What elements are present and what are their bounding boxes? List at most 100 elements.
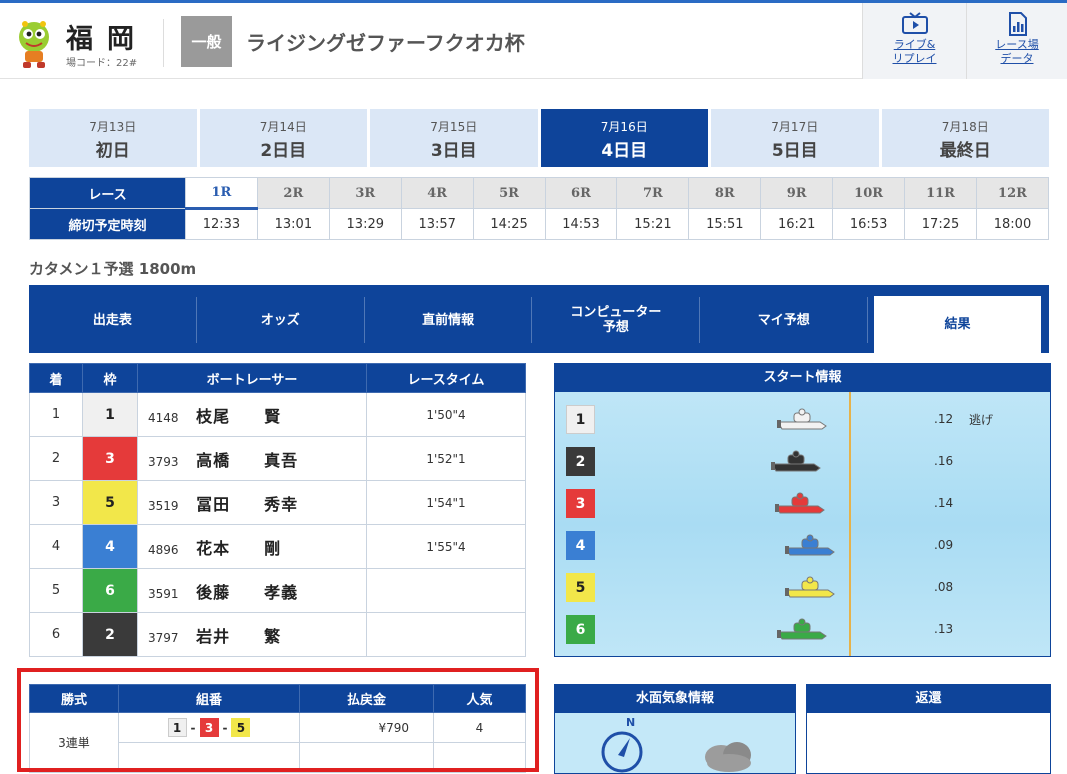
start-timing: .09 — [934, 538, 954, 552]
menu-tab[interactable]: 直前情報 — [365, 297, 533, 343]
race-number-tab[interactable]: 1R — [185, 177, 258, 210]
racer-cell: 3797 岩井 繁 — [137, 612, 367, 657]
day-tab[interactable]: 7月17日 5日目 — [711, 109, 879, 167]
start-row: 5 .08 — [555, 573, 1050, 603]
place: 5 — [29, 568, 83, 613]
frame-number: 3 — [82, 436, 138, 481]
day-tab-label: 2日目 — [260, 141, 307, 161]
venue-code: 場コード：22# — [66, 58, 138, 69]
start-course-number: 1 — [566, 405, 595, 434]
racer-reg-no: 3797 — [148, 630, 179, 645]
race-deadline: 13:29 — [328, 208, 402, 240]
day-tab[interactable]: 7月15日 3日目 — [370, 109, 538, 167]
frame-number: 4 — [82, 524, 138, 569]
start-info-panel: スタート情報 1 .12 逃げ 2 .16 3 .14 4 .09 5 .08 … — [554, 363, 1051, 657]
race-deadline: 15:51 — [688, 208, 762, 240]
racer-reg-no: 3591 — [148, 586, 179, 601]
race-number-tab[interactable]: 9R — [760, 177, 834, 209]
race-deadline: 12:33 — [185, 208, 258, 240]
day-tab[interactable]: 7月16日 4日目 — [540, 109, 708, 167]
document-chart-icon — [1009, 12, 1027, 36]
race-number-tab[interactable]: 4R — [400, 177, 474, 209]
race-header: レース — [29, 177, 186, 209]
menu-tab[interactable]: 結果 — [874, 296, 1041, 353]
race-time — [366, 568, 526, 613]
result-row: 1 1 4148 枝尾 賢 1'50"4 — [29, 392, 526, 437]
start-course-number: 3 — [566, 489, 595, 518]
race-number-tab[interactable]: 2R — [256, 177, 330, 209]
live-replay-label-2: リプレイ — [892, 52, 937, 65]
start-timing: .12 — [934, 412, 954, 426]
start-course-number: 5 — [566, 573, 595, 602]
header-divider — [163, 19, 164, 67]
menu-tab-label-2: 予想 — [602, 320, 629, 335]
start-row: 2 .16 — [555, 447, 1050, 477]
result-row: 2 3 3793 高橋 真吾 1'52"1 — [29, 436, 526, 481]
race-deadline: 17:25 — [904, 208, 977, 240]
racer-cell: 3793 高橋 真吾 — [137, 436, 367, 481]
race-number-tab[interactable]: 12R — [975, 177, 1050, 209]
day-tab-label: 4日目 — [601, 141, 648, 161]
race-time: 1'54"1 — [366, 480, 526, 525]
winning-technique: 逃げ — [969, 413, 994, 427]
race-number-tab[interactable]: 6R — [544, 177, 618, 209]
start-timing: .08 — [934, 580, 954, 594]
boat-icon — [777, 408, 827, 430]
result-table: 着 枠 ボートレーサー レースタイム 1 1 4148 枝尾 賢 1'50"4 … — [29, 363, 526, 657]
menu-tab-label: マイ予想 — [757, 312, 810, 328]
refund-panel: 返還 — [806, 684, 1051, 774]
race-number-tab[interactable]: 7R — [616, 177, 690, 209]
racer-cell: 3519 冨田 秀幸 — [137, 480, 367, 525]
place: 3 — [29, 480, 83, 525]
menu-tab[interactable]: オッズ — [197, 297, 365, 343]
racer-name: 岩井 繁 — [196, 626, 282, 646]
day-tab-label: 初日 — [95, 141, 130, 161]
race-number-tab[interactable]: 8R — [688, 177, 762, 209]
racer-reg-no: 3793 — [148, 454, 179, 469]
venue-name: 福岡 — [66, 24, 148, 55]
race-number-tab[interactable]: 3R — [328, 177, 402, 209]
menu-tab[interactable]: 出走表 — [29, 297, 197, 343]
menu-tab[interactable]: コンピューター 予想 — [532, 297, 701, 343]
compass-north-label: N — [626, 716, 636, 729]
boat-icon — [775, 492, 825, 514]
racer-name: 高橋 真吾 — [196, 450, 299, 470]
day-tab[interactable]: 7月13日 初日 — [29, 109, 197, 167]
weather-body: N — [555, 713, 795, 773]
compass-icon — [601, 731, 643, 773]
menu-tab-label: コンピューター — [570, 305, 662, 320]
weather-title: 水面気象情報 — [555, 685, 795, 713]
day-tab-date: 7月18日 — [941, 120, 989, 134]
race-number-tab[interactable]: 10R — [832, 177, 906, 209]
menu-tab-label: オッズ — [260, 312, 300, 328]
venue-data-button[interactable]: レース場 データ — [966, 3, 1067, 79]
racer-cell: 4896 花本 剛 — [137, 524, 367, 569]
start-course-number: 4 — [566, 531, 595, 560]
race-time: 1'50"4 — [366, 392, 526, 437]
cloud-icon — [705, 742, 751, 772]
place-header: 着 — [29, 363, 83, 393]
day-tab-label: 3日目 — [430, 141, 477, 161]
frame-number: 5 — [82, 480, 138, 525]
menu-tab[interactable]: マイ予想 — [700, 297, 869, 343]
live-replay-button[interactable]: ライブ& リプレイ — [862, 3, 966, 79]
start-info-title: スタート情報 — [555, 364, 1050, 392]
race-title: ライジングゼファーフクオカ杯 — [246, 31, 525, 55]
race-deadline: 18:00 — [975, 208, 1050, 240]
venue-data-label-1: レース場 — [995, 38, 1039, 51]
day-tab[interactable]: 7月14日 2日目 — [199, 109, 367, 167]
deadline-header: 締切予定時刻 — [29, 208, 186, 240]
race-deadline: 16:53 — [832, 208, 906, 240]
day-tab[interactable]: 7月18日 最終日 — [881, 109, 1049, 167]
place: 1 — [29, 392, 83, 437]
race-time: 1'55"4 — [366, 524, 526, 569]
menu-tab-label: 結果 — [944, 317, 971, 332]
refund-title: 返還 — [807, 685, 1050, 713]
race-number-tab[interactable]: 11R — [904, 177, 977, 209]
time-header: レースタイム — [366, 363, 526, 393]
day-tab-date: 7月16日 — [600, 120, 648, 134]
race-number-tab[interactable]: 5R — [472, 177, 546, 209]
race-deadline: 13:57 — [400, 208, 474, 240]
start-course-number: 2 — [566, 447, 595, 476]
race-time: 1'52"1 — [366, 436, 526, 481]
